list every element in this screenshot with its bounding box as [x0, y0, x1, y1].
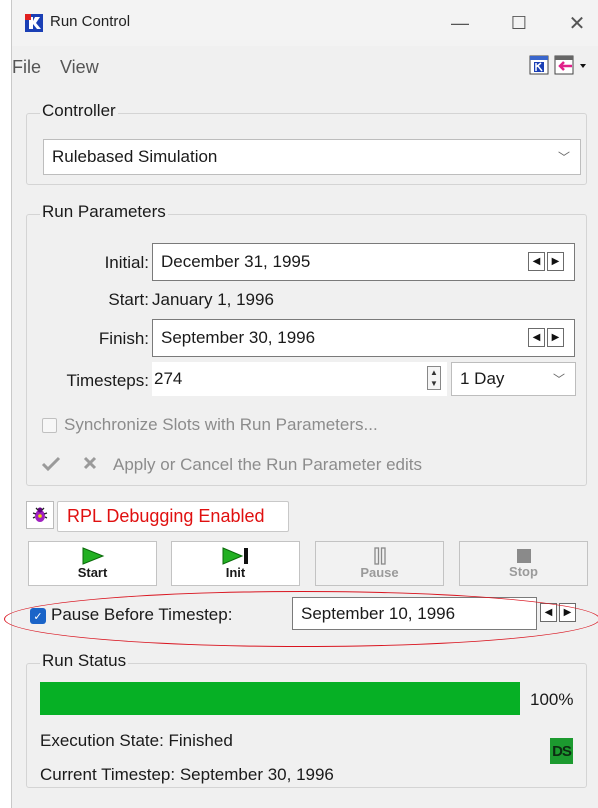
riverware-app-icon [25, 14, 43, 32]
controller-select[interactable]: Rulebased Simulation ﹀ [43, 139, 581, 175]
run-control-window: Run Control — ☐ ✕ File View Controller R… [11, 0, 598, 808]
run-progress-percent: 100% [530, 690, 574, 709]
menu-file[interactable]: File [12, 57, 41, 78]
start-button[interactable]: Start [28, 541, 157, 586]
finish-date-field[interactable]: September 30, 1996 [152, 319, 575, 357]
finish-label: Finish: [98, 329, 149, 348]
next-arrow-icon[interactable]: ▶ [559, 603, 576, 622]
pause-before-date-field[interactable]: September 10, 1996 [292, 597, 537, 630]
step-forward-icon [222, 547, 248, 565]
pause-icon [373, 547, 386, 565]
stop-icon [516, 549, 531, 563]
start-button-label: Start [77, 565, 108, 580]
window-title: Run Control [50, 13, 131, 30]
start-date-value: January 1, 1996 [152, 290, 274, 309]
next-arrow-icon[interactable]: ▶ [547, 252, 564, 271]
spin-up-icon[interactable]: ▲ [428, 367, 440, 378]
prev-arrow-icon[interactable]: ◀ [528, 252, 545, 271]
finish-date-value: September 30, 1996 [161, 328, 316, 347]
diagnostics-icon[interactable]: DS [550, 738, 573, 764]
pause-before-arrows: ◀ ▶ [540, 603, 576, 622]
chevron-down-icon: ﹀ [557, 150, 570, 165]
timesteps-input[interactable]: 274 [152, 362, 447, 396]
timestep-unit-select[interactable]: 1 Day ﹀ [451, 362, 576, 396]
workspace-icon[interactable] [529, 55, 549, 75]
ds-badge-text: DS [552, 742, 572, 760]
controller-select-value: Rulebased Simulation [52, 147, 218, 166]
current-timestep: Current Timestep: September 30, 1996 [40, 765, 334, 784]
title-bar: Run Control — ☐ ✕ [12, 0, 598, 46]
next-arrow-icon[interactable]: ▶ [547, 328, 564, 347]
maximize-button[interactable]: ☐ [504, 10, 534, 36]
apply-check-icon[interactable] [40, 455, 62, 473]
sync-slots-label: Synchronize Slots with Run Parameters... [64, 415, 378, 434]
finish-date-arrows: ◀ ▶ [528, 328, 564, 347]
timestep-unit-value: 1 Day [460, 369, 505, 388]
bug-icon [32, 507, 48, 522]
timesteps-value: 274 [154, 369, 183, 388]
rpl-debugging-text: RPL Debugging Enabled [67, 506, 265, 526]
initial-date-arrows: ◀ ▶ [528, 252, 564, 271]
timesteps-spinner[interactable]: ▲ ▼ [427, 366, 441, 390]
pause-before-label: Pause Before Timestep: [51, 605, 233, 624]
close-button[interactable]: ✕ [562, 10, 592, 36]
dock-window-icon[interactable] [554, 55, 594, 75]
pause-before-date-value: September 10, 1996 [301, 603, 456, 623]
apply-cancel-label: Apply or Cancel the Run Parameter edits [113, 455, 422, 474]
menu-bar: File View [12, 50, 598, 84]
pause-button-label: Pause [360, 565, 399, 580]
timesteps-label: Timesteps: [66, 371, 149, 390]
minimize-button[interactable]: — [445, 10, 475, 36]
stop-button-label: Stop [509, 564, 538, 579]
pause-before-checkbox[interactable]: ✓ [30, 608, 46, 624]
rpl-debugging-label[interactable]: RPL Debugging Enabled [57, 501, 289, 532]
start-label: Start: [108, 290, 149, 309]
prev-arrow-icon[interactable]: ◀ [528, 328, 545, 347]
run-status-group-title: Run Status [40, 651, 129, 671]
initial-label: Initial: [104, 253, 149, 272]
init-button[interactable]: Init [171, 541, 300, 586]
pause-button[interactable]: Pause [315, 541, 444, 586]
debug-toggle-button[interactable] [26, 501, 54, 529]
execution-state: Execution State: Finished [40, 731, 233, 750]
stop-button[interactable]: Stop [459, 541, 588, 586]
controller-group-title: Controller [40, 101, 118, 121]
prev-arrow-icon[interactable]: ◀ [540, 603, 557, 622]
run-parameters-group-title: Run Parameters [40, 202, 168, 222]
menu-view[interactable]: View [60, 57, 99, 78]
init-button-label: Init [225, 565, 246, 580]
cancel-x-icon[interactable] [82, 455, 98, 471]
run-progress-bar [40, 682, 520, 715]
spin-down-icon[interactable]: ▼ [428, 378, 440, 389]
initial-date-field[interactable]: December 31, 1995 [152, 243, 575, 281]
sync-slots-checkbox[interactable] [42, 418, 57, 433]
play-icon [82, 547, 104, 565]
initial-date-value: December 31, 1995 [161, 252, 311, 271]
chevron-down-icon: ﹀ [552, 372, 565, 387]
